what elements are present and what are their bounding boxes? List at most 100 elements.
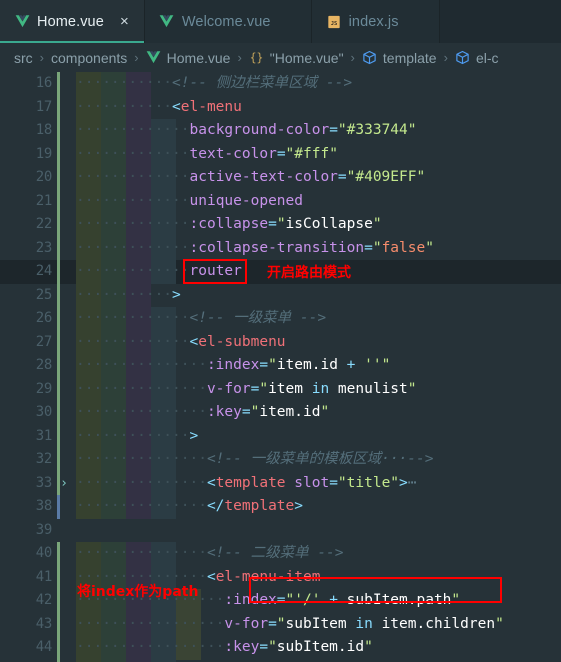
code-line[interactable]: 28 ···············:index="item.id + ''" [0, 354, 561, 378]
code-token-str: "'/' [285, 592, 330, 608]
breadcrumb-item-1[interactable]: components [49, 50, 129, 66]
code-token-dots: ············· [76, 427, 190, 444]
code-line[interactable]: 27 ·············<el-submenu [0, 330, 561, 355]
code-text: ·············> [76, 425, 561, 449]
code-line[interactable]: 22 ·············:collapse="isCollapse" [0, 213, 561, 237]
code-line[interactable]: 33 › ···············<template slot="title"… [0, 471, 561, 496]
code-line[interactable]: 44 ·················:key="subItem.id" [0, 636, 561, 660]
code-line[interactable]: 38 ···············</template> [0, 495, 561, 519]
breadcrumb-item-label: components [51, 49, 128, 66]
code-line[interactable]: 16 ···········<!-- 侧边栏菜单区域 --> [0, 72, 561, 96]
code-line[interactable]: 19 ·············text-color="#fff" [0, 142, 561, 166]
git-change-indicator [57, 283, 60, 307]
code-token-val: item.id [276, 357, 347, 373]
code-text: ···············v-for="item in menulist" [76, 378, 561, 402]
code-token-dots: ············· [76, 263, 190, 279]
code-token-val: item [268, 380, 312, 397]
braces-icon: {} [249, 50, 265, 66]
vscode-window: Home.vue × Welcome.vue× JS index.js × src › com… [0, 0, 561, 662]
code-text: ·············<el-submenu [76, 331, 561, 355]
code-line[interactable]: 40 ···············<!-- 二级菜单 --> [0, 542, 561, 566]
breadcrumb-separator: › [237, 50, 242, 65]
editor-tab-index-js[interactable]: JSindex.js× [311, 0, 440, 43]
git-change-indicator [57, 213, 60, 237]
git-change-indicator [57, 424, 60, 448]
code-token-dots: ··············· [76, 380, 207, 397]
code-line[interactable]: 20 ·············active-text-color="#409EF… [0, 166, 561, 190]
editor-tab-home-vue[interactable]: Home.vue × [0, 0, 145, 43]
code-line[interactable]: 43 ·················v-for="subItem in ite… [0, 612, 561, 636]
code-token-op: = [364, 239, 373, 256]
line-number: 20 [35, 169, 53, 185]
code-token-str: " [268, 639, 277, 655]
editor-tab-welcome-vue[interactable]: Welcome.vue× [144, 0, 312, 43]
git-change-indicator [57, 495, 60, 519]
code-text: ···············:index="item.id + ''" [76, 354, 561, 378]
code-token-attr: slot [285, 474, 330, 491]
git-change-indicator [57, 95, 60, 119]
line-number: 43 [35, 615, 53, 632]
code-token-punc: > [399, 474, 408, 491]
code-text: ···········> [76, 284, 561, 308]
code-line[interactable]: 29 ···············v-for="item in menulist… [0, 377, 561, 402]
code-token-dots: ················· [76, 615, 225, 632]
breadcrumb-item-label: el-c [475, 49, 499, 66]
code-token-attr: :collapse-transition [189, 239, 365, 256]
line-number: 27 [35, 333, 53, 350]
git-change-indicator [57, 612, 60, 636]
code-token-dots: ············· [76, 333, 190, 350]
code-line[interactable]: 31 ·············> [0, 424, 561, 449]
code-line[interactable]: 21 ·············unique-opened [0, 189, 561, 213]
code-token-str: "#409EFF" [346, 169, 426, 185]
breadcrumb-item-label: "Home.vue" [269, 49, 344, 66]
code-line[interactable]: 18 ·············background-color="#333744… [0, 119, 561, 143]
code-text: ·············:collapse="isCollapse" [76, 213, 561, 237]
fold-chevron-icon[interactable]: › [57, 472, 71, 496]
line-number: 25 [35, 286, 53, 303]
code-token-op: = [276, 592, 286, 608]
code-token-str: " [451, 592, 461, 608]
code-line[interactable]: 30 ···············:key="item.id" [0, 401, 561, 425]
code-token-dots: ··············· [76, 404, 207, 420]
breadcrumb-item-5[interactable]: el-c [453, 50, 501, 66]
code-token-cmt: <!-- 二级菜单 --> [206, 545, 344, 561]
code-line[interactable]: 39 [0, 519, 561, 543]
tab-label: Home.vue [37, 13, 104, 30]
git-change-indicator [57, 189, 60, 213]
code-token-tag: el-menu [180, 98, 242, 115]
code-token-attr: v-for [224, 615, 269, 632]
tab-close-icon[interactable]: × [117, 14, 132, 29]
code-token-str: " [276, 615, 286, 632]
code-text: ·················:key="subItem.id" [76, 636, 561, 660]
breadcrumb-item-2[interactable]: Home.vue [144, 50, 233, 66]
vue-icon [14, 14, 30, 30]
code-text: ···············<template slot="title">⋯ [76, 472, 561, 496]
code-line[interactable]: 17 ···········<el-menu [0, 95, 561, 119]
git-change-indicator [57, 636, 60, 660]
code-token-dots: ··········· [76, 286, 173, 303]
code-line[interactable]: 32 ···············<!-- 一级菜单的模板区域···--> [0, 448, 561, 472]
code-token-tag: template [215, 474, 286, 491]
code-line[interactable]: 23 ·············:collapse-transition="fal… [0, 236, 561, 260]
code-token-str: "#333744" [337, 122, 417, 138]
breadcrumb-separator: › [350, 50, 355, 65]
code-token-dots: ············· [76, 145, 190, 162]
code-editor[interactable]: 16 ···········<!-- 侧边栏菜单区域 --> 17 ·········… [0, 72, 561, 662]
code-token-punc: > [172, 286, 181, 303]
git-change-indicator [57, 542, 60, 566]
line-number: 33 [35, 474, 53, 491]
line-number: 26 [35, 310, 53, 326]
index-path-annotation-text: 将index作为path [77, 584, 199, 600]
code-line[interactable]: 26 ·············<!-- 一级菜单 --> [0, 307, 561, 331]
vue-icon [146, 50, 162, 66]
breadcrumb-item-3[interactable]: {} "Home.vue" [247, 50, 346, 66]
code-token-punc: < [206, 474, 216, 491]
code-token-dots: ··············· [76, 451, 207, 467]
code-line[interactable]: 25 ···········> [0, 283, 561, 308]
breadcrumb-item-4[interactable]: template [360, 50, 439, 66]
line-number: 38 [35, 498, 53, 514]
code-token-dots: ··········· [76, 98, 173, 115]
code-token-val: menulist [329, 380, 408, 397]
breadcrumb-item-0[interactable]: src [12, 50, 35, 66]
code-token-str: " [320, 404, 330, 420]
